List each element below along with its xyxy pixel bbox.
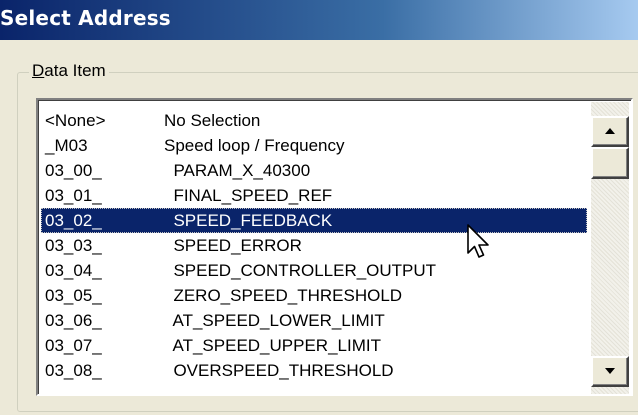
list-item[interactable]: 03_08_ OVERSPEED_THRESHOLD <box>41 358 587 383</box>
data-item-listbox[interactable]: <None> No Selection _M03 Speed loop / Frequ… <box>36 98 633 396</box>
list-item[interactable]: 03_07_ AT_SPEED_UPPER_LIMIT <box>41 333 587 358</box>
data-item-list: <None> No Selection _M03 Speed loop / Frequ… <box>41 108 587 383</box>
mouse-pointer-icon <box>467 224 489 258</box>
scroll-down-button[interactable] <box>591 356 629 387</box>
list-item-code: 03_02_ <box>45 211 102 230</box>
dialog-title: Select Address <box>0 6 171 30</box>
list-item-code: 03_03_ <box>45 236 102 255</box>
list-item[interactable]: 03_04_ SPEED_CONTROLLER_OUTPUT <box>41 258 587 283</box>
list-item-description: AT_SPEED_LOWER_LIMIT <box>164 311 385 330</box>
list-item-description: SPEED_FEEDBACK <box>164 211 333 230</box>
list-item[interactable]: 03_01_ FINAL_SPEED_REF <box>41 183 587 208</box>
list-item[interactable]: 03_06_ AT_SPEED_LOWER_LIMIT <box>41 308 587 333</box>
list-item-code: _M03 <box>45 136 88 155</box>
list-item-code: 03_01_ <box>45 186 102 205</box>
vertical-scrollbar[interactable] <box>591 102 629 394</box>
scrollbar-thumb[interactable] <box>591 147 629 179</box>
list-item-description: AT_SPEED_UPPER_LIMIT <box>164 336 381 355</box>
list-item[interactable]: <None> No Selection <box>41 108 587 133</box>
list-item-description: ZERO_SPEED_THRESHOLD <box>164 286 403 305</box>
list-item-description: OVERSPEED_THRESHOLD <box>164 361 394 380</box>
data-item-group-label: Data Item <box>29 61 109 81</box>
list-item-code: <None> <box>45 111 106 130</box>
list-item-code: 03_08_ <box>45 361 102 380</box>
list-item-description: Speed loop / Frequency <box>164 136 345 155</box>
list-item-description: SPEED_CONTROLLER_OUTPUT <box>164 261 437 280</box>
list-item[interactable]: 03_03_ SPEED_ERROR <box>41 233 587 258</box>
list-item-description: SPEED_ERROR <box>164 236 302 255</box>
list-item-description: PARAM_X_40300 <box>164 161 311 180</box>
list-item[interactable]: _M03 Speed loop / Frequency <box>41 133 587 158</box>
scroll-down-arrow-icon <box>605 368 615 374</box>
list-item-code: 03_07_ <box>45 336 102 355</box>
list-item-code: 03_00_ <box>45 161 102 180</box>
list-item[interactable]: 03_05_ ZERO_SPEED_THRESHOLD <box>41 283 587 308</box>
list-item-code: 03_06_ <box>45 311 102 330</box>
list-item-code: 03_04_ <box>45 261 102 280</box>
list-item[interactable]: 03_00_ PARAM_X_40300 <box>41 158 587 183</box>
list-item-description: No Selection <box>164 111 261 130</box>
scroll-up-arrow-icon <box>605 128 615 134</box>
list-item-code: 03_05_ <box>45 286 102 305</box>
dialog-title-bar[interactable]: Select Address <box>0 0 638 40</box>
list-item[interactable]: 03_02_ SPEED_FEEDBACK <box>41 208 587 233</box>
scroll-up-button[interactable] <box>591 116 629 147</box>
list-item-description: FINAL_SPEED_REF <box>164 186 333 205</box>
